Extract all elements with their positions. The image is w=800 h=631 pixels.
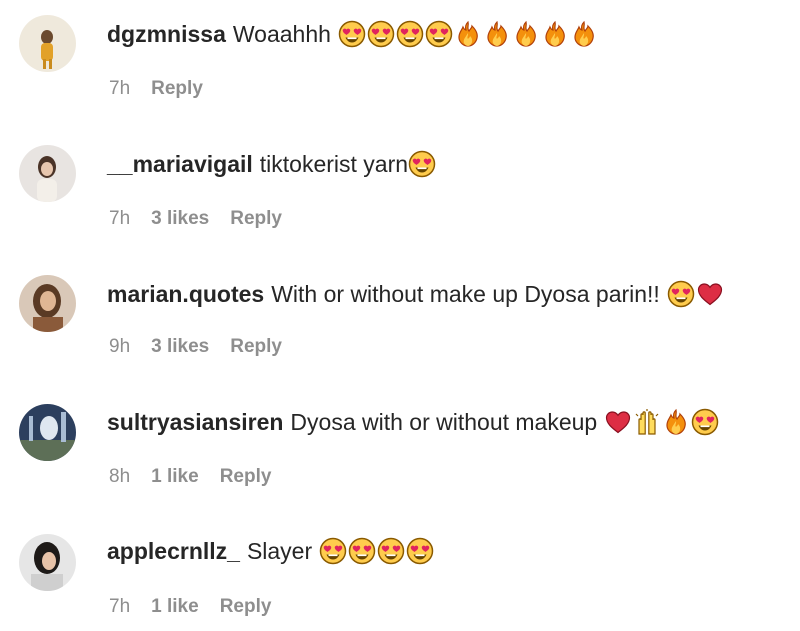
avatar[interactable] (19, 15, 76, 72)
reply-button[interactable]: Reply (230, 335, 282, 359)
comment-meta: 7h 1 like Reply (109, 595, 292, 619)
timestamp[interactable]: 7h (109, 207, 130, 231)
emoji-group (667, 280, 724, 308)
timestamp[interactable]: 7h (109, 77, 130, 101)
username-link[interactable]: sultryasiansiren (107, 407, 283, 437)
comment-meta: 9h 3 likes Reply (109, 335, 303, 359)
avatar[interactable] (19, 534, 76, 591)
likes-count[interactable]: 3 likes (151, 207, 209, 231)
comment-line: marian.quotes With or without make up Dy… (107, 279, 724, 309)
emoji-group (408, 150, 436, 178)
raised-hands-icon (633, 408, 661, 436)
emoji-group (319, 537, 434, 565)
heart-eyes-icon (377, 537, 405, 565)
heart-eyes-icon (367, 20, 395, 48)
avatar[interactable] (19, 275, 76, 332)
fire-icon (454, 20, 482, 48)
heart-eyes-icon (396, 20, 424, 48)
comment-item: sultryasiansiren Dyosa with or without m… (0, 387, 800, 507)
comment-text: Slayer (246, 538, 313, 564)
comment-meta: 7h Reply (109, 77, 224, 101)
heart-eyes-icon (691, 408, 719, 436)
comment-text: tiktokerist yarn (259, 151, 409, 177)
username-link[interactable]: dgzmnissa (107, 19, 226, 49)
emoji-group (338, 20, 598, 48)
username-link[interactable]: marian.quotes (107, 279, 264, 309)
red-heart-icon (604, 408, 632, 436)
heart-eyes-icon (425, 20, 453, 48)
avatar[interactable] (19, 404, 76, 461)
red-heart-icon (696, 280, 724, 308)
likes-count[interactable]: 3 likes (151, 335, 209, 359)
comment-line: __mariavigail tiktokerist yarn (107, 149, 436, 179)
reply-button[interactable]: Reply (230, 207, 282, 231)
timestamp[interactable]: 7h (109, 595, 130, 619)
comment-item: dgzmnissa Woaahhh 7h Reply (0, 0, 800, 120)
reply-button[interactable]: Reply (220, 595, 272, 619)
avatar[interactable] (19, 145, 76, 202)
fire-icon (662, 408, 690, 436)
reply-button[interactable]: Reply (220, 465, 272, 489)
reply-button[interactable]: Reply (151, 77, 203, 101)
comment-item: marian.quotes With or without make up Dy… (0, 258, 800, 378)
comment-line: dgzmnissa Woaahhh (107, 19, 598, 49)
fire-icon (541, 20, 569, 48)
comment-meta: 7h 3 likes Reply (109, 207, 303, 231)
comment-item: applecrnllz_ Slayer 7h 1 like Reply (0, 517, 800, 631)
comment-line: sultryasiansiren Dyosa with or without m… (107, 407, 719, 437)
heart-eyes-icon (348, 537, 376, 565)
timestamp[interactable]: 8h (109, 465, 130, 489)
heart-eyes-icon (408, 150, 436, 178)
username-link[interactable]: __mariavigail (107, 149, 253, 179)
comment-text: Woaahhh (232, 21, 331, 47)
fire-icon (570, 20, 598, 48)
timestamp[interactable]: 9h (109, 335, 130, 359)
heart-eyes-icon (338, 20, 366, 48)
comment-item: __mariavigail tiktokerist yarn 7h 3 like… (0, 130, 800, 250)
fire-icon (483, 20, 511, 48)
likes-count[interactable]: 1 like (151, 465, 199, 489)
emoji-group (604, 408, 719, 436)
comment-meta: 8h 1 like Reply (109, 465, 292, 489)
fire-icon (512, 20, 540, 48)
comment-line: applecrnllz_ Slayer (107, 536, 434, 566)
likes-count[interactable]: 1 like (151, 595, 199, 619)
comment-text: Dyosa with or without makeup (290, 409, 598, 435)
comment-text: With or without make up Dyosa parin!! (271, 281, 660, 307)
heart-eyes-icon (319, 537, 347, 565)
heart-eyes-icon (667, 280, 695, 308)
heart-eyes-icon (406, 537, 434, 565)
username-link[interactable]: applecrnllz_ (107, 536, 240, 566)
